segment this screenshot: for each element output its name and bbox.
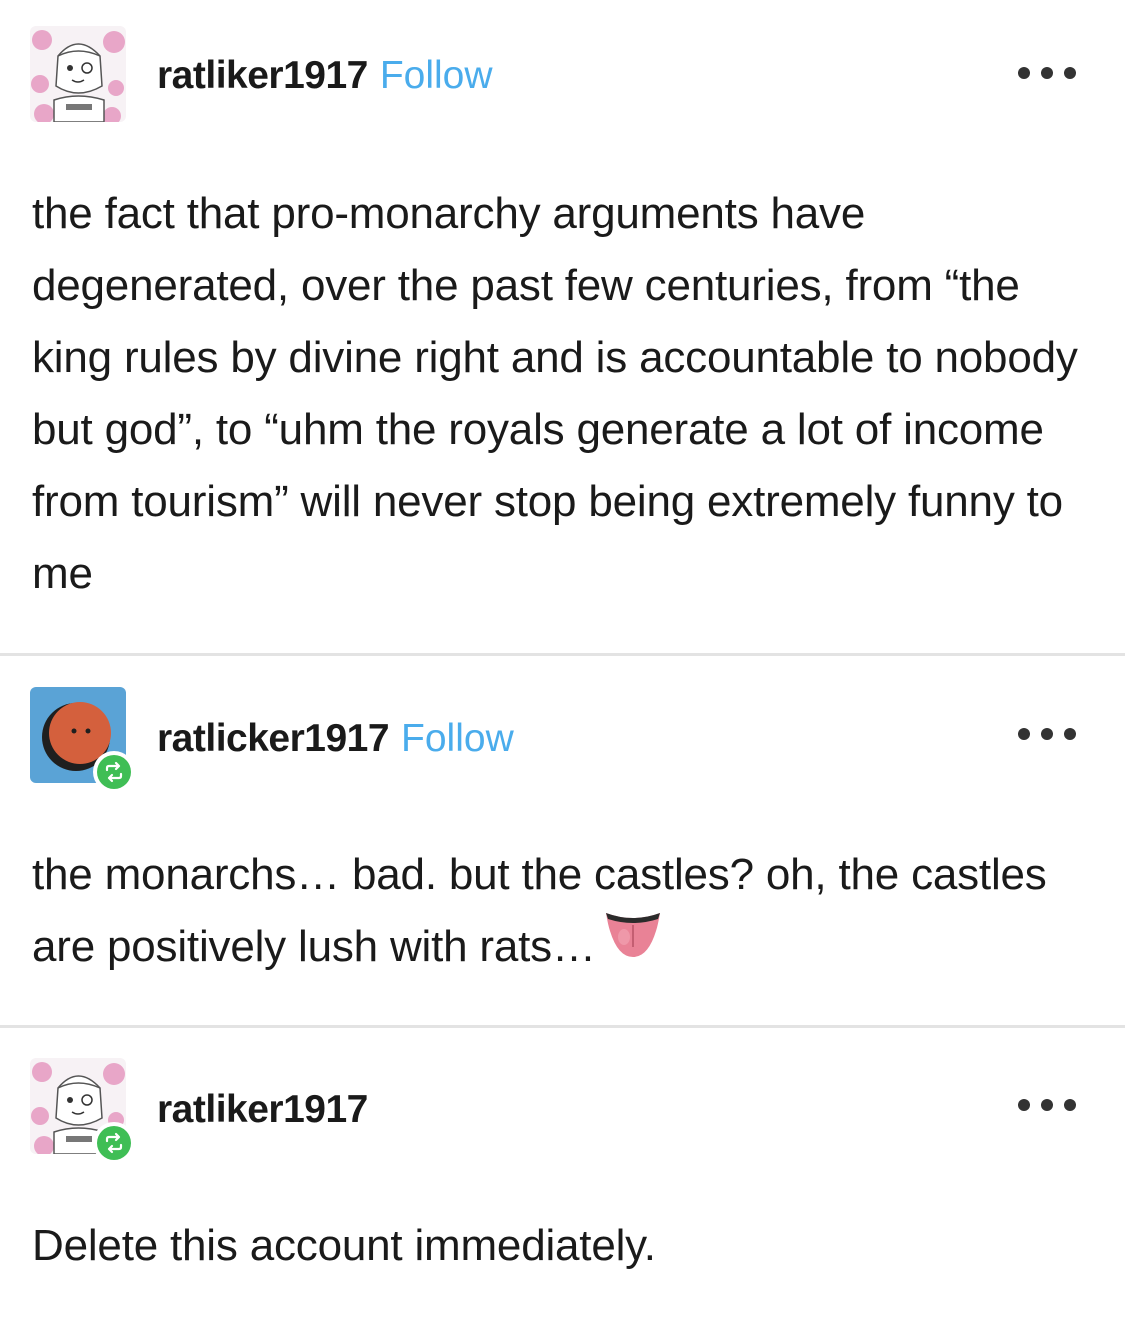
dot [1018,1099,1030,1111]
dot [1064,67,1076,79]
more-options-icon[interactable] [1018,727,1076,741]
post-text: Delete this account immediately. [32,1221,656,1270]
divider [0,653,1125,656]
post-username[interactable]: ratliker1917 Follow [157,54,493,98]
reblog-icon [93,751,135,793]
post-header: ratliker1917 [0,1058,1125,1164]
dot [1064,1099,1076,1111]
avatar[interactable] [30,26,126,122]
post-1: ratliker1917 Follow the fact that pro-mon… [0,26,1125,654]
post-header: ratliker1917 Follow [0,26,1125,126]
reblog-badge-inner [97,1126,131,1160]
manga-girl-avatar-icon [30,26,126,122]
dot [1041,728,1053,740]
dot [1018,67,1030,79]
tongue-emoji-icon [602,907,664,983]
post-header: ratlicker1917 Follow [0,687,1125,793]
follow-button[interactable]: Follow [380,54,493,97]
follow-button[interactable]: Follow [401,717,514,760]
post-username[interactable]: ratlicker1917 Follow [157,717,514,761]
reblog-arrows-icon [105,761,123,783]
reblog-icon [93,1122,135,1164]
post-text-container: the monarchs… bad. but the castles? oh, … [32,839,1092,987]
post-text: the fact that pro-monarchy arguments hav… [32,189,1078,598]
post-text: the monarchs… bad. but the castles? oh, … [32,850,1047,971]
username-text[interactable]: ratliker1917 [157,1088,368,1131]
username-text[interactable]: ratliker1917 [157,54,368,97]
reblog-arrows-icon [105,1132,123,1154]
dot [1041,67,1053,79]
divider [0,1025,1125,1028]
post-3: ratliker1917 Delete this account immedia… [0,1058,1125,1325]
post-2: ratlicker1917 Follow the monarchs… bad. b… [0,687,1125,1027]
post-username[interactable]: ratliker1917 [157,1088,368,1132]
dot [1064,728,1076,740]
reblog-badge-inner [97,755,131,789]
dot [1018,728,1030,740]
more-options-icon[interactable] [1018,1098,1076,1112]
more-options-icon[interactable] [1018,66,1076,80]
dot [1041,1099,1053,1111]
username-text[interactable]: ratlicker1917 [157,717,390,760]
